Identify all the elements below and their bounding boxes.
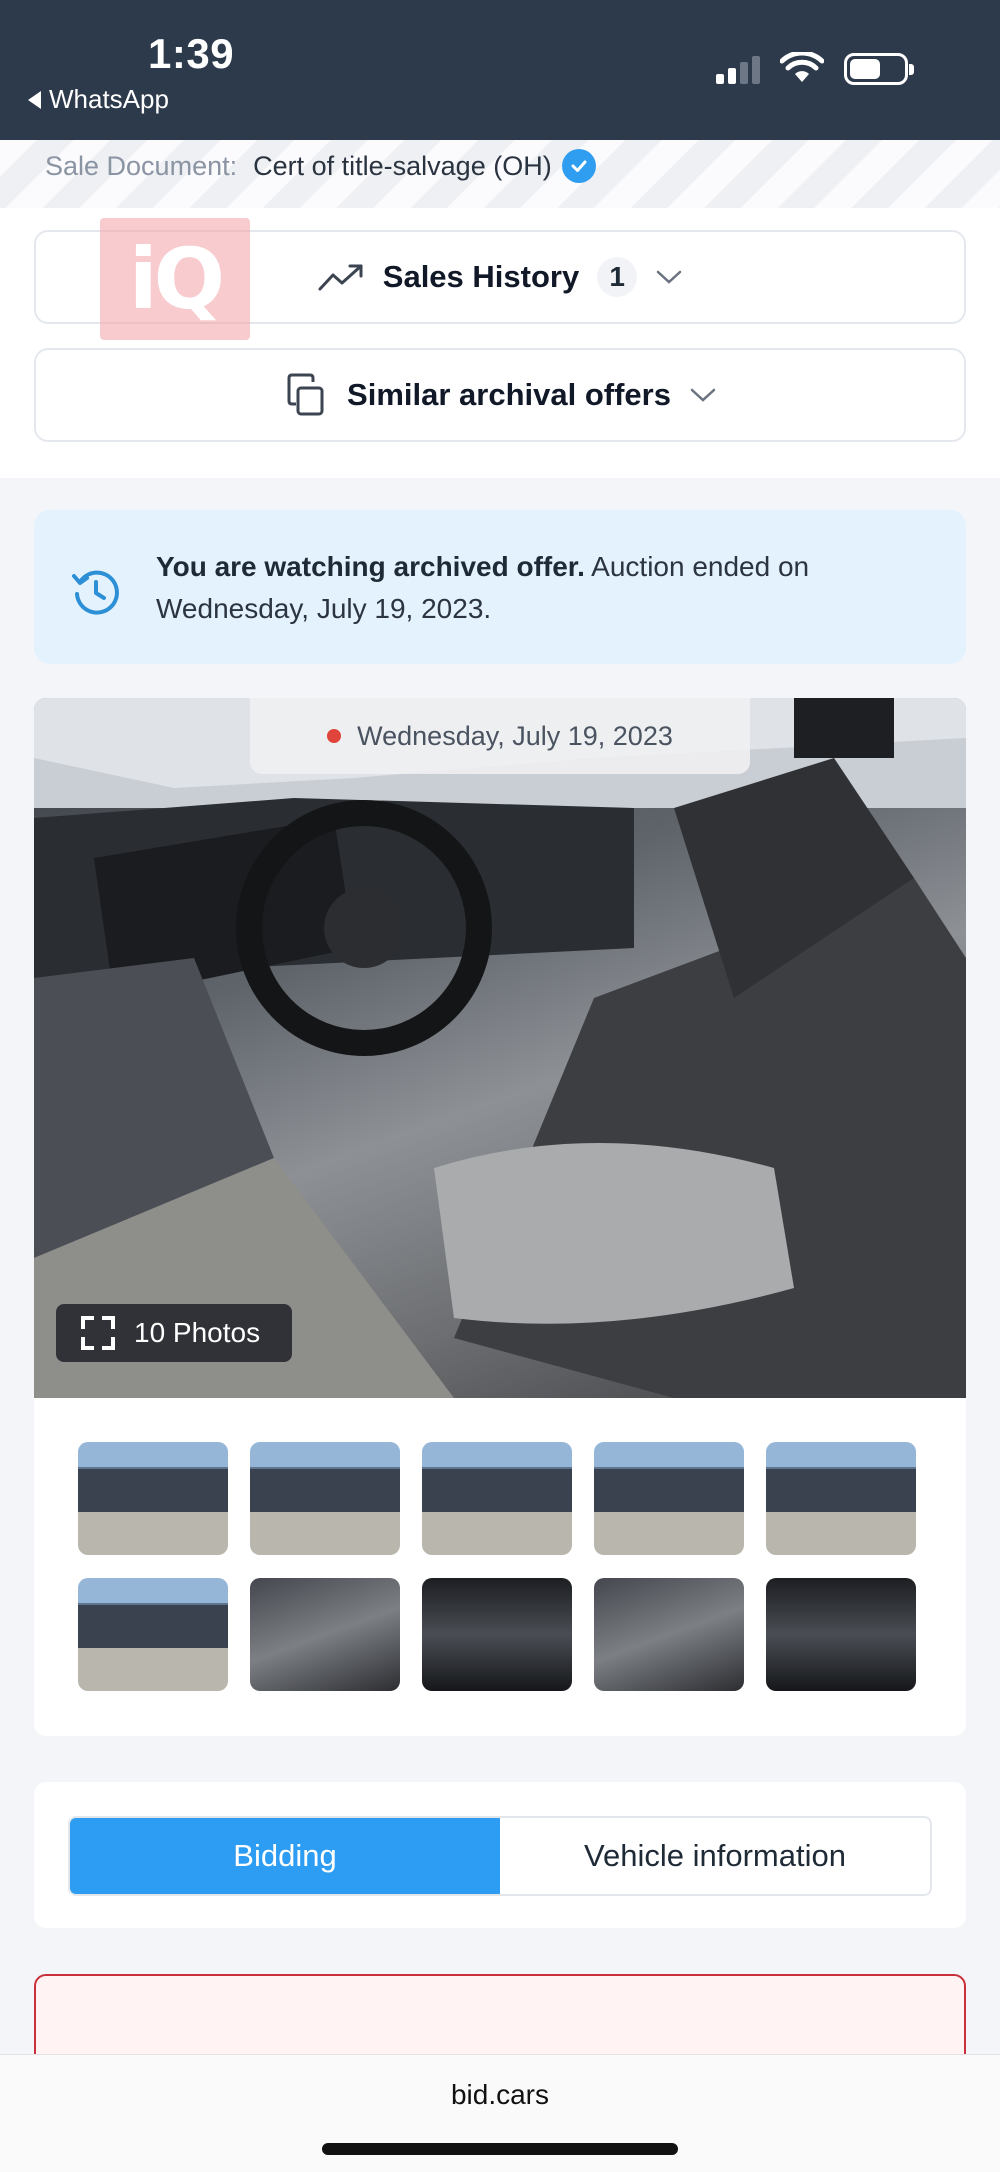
thumbnail-interior-front-seats[interactable] [250,1578,400,1691]
back-to-whatsapp[interactable]: WhatsApp [28,84,169,115]
watermark-logo: iQ [100,218,250,340]
signal-icon [716,54,760,84]
similar-offers-title: Similar archival offers [347,377,671,412]
thumbnail-exterior-front-damaged[interactable] [594,1442,744,1555]
sales-history-count: 1 [597,257,638,297]
tab-vehicle-information[interactable]: Vehicle information [500,1818,930,1894]
archive-notice: You are watching archived offer. Auction… [34,510,966,664]
tab-group: Bidding Vehicle information [68,1816,932,1896]
sales-history-title: Sales History [382,259,580,294]
tab-bidding[interactable]: Bidding [70,1818,500,1894]
auction-date: Wednesday, July 19, 2023 [357,720,673,751]
thumbnail-exterior-side[interactable] [250,1442,400,1555]
battery-icon [844,53,914,85]
thumbnail-grid [78,1442,916,1691]
tab-card: Bidding Vehicle information [34,1782,966,1928]
car-interior-photo [34,698,966,1398]
url-label[interactable]: bid.cars [0,2079,1000,2111]
chevron-down-icon [656,270,682,284]
status-icons [716,52,914,86]
back-app-label: WhatsApp [49,84,169,114]
browser-bar: bid.cars [0,2054,1000,2172]
thumbnail-interior-rear-seats[interactable] [766,1578,916,1691]
status-dot [327,729,342,743]
history-icon [72,570,119,615]
similar-offers-accordion[interactable]: Similar archival offers [34,348,966,442]
thumbnail-instrument-cluster[interactable] [594,1578,744,1691]
verified-check-icon [561,149,596,183]
copy-icon [287,373,324,416]
thumbnail-exterior-rear[interactable] [78,1578,228,1691]
status-bar: 1:39 WhatsApp [0,0,1000,140]
status-time: 1:39 [148,30,235,77]
home-indicator[interactable] [322,2143,678,2155]
sale-document-row: Sale Document: Cert of title-salvage (OH… [45,140,596,192]
chevron-down-icon [690,388,716,402]
thumbnail-exterior-rear-left[interactable] [422,1442,572,1555]
view-photos-button[interactable]: 10 Photos [56,1304,292,1362]
trending-up-icon [318,264,363,291]
thumbnail-exterior-front-left[interactable] [78,1442,228,1555]
sale-document-label: Sale Document: [45,150,238,181]
archive-notice-bold: You are watching archived offer. [156,551,585,582]
sale-document-value: Cert of title-salvage (OH) [253,150,552,181]
photo-gallery: Wednesday, July 19, 2023 10 Photos [34,698,966,1736]
fullscreen-icon [81,1316,115,1350]
thumbnail-exterior-front[interactable] [766,1442,916,1555]
back-arrow-icon [28,90,41,109]
photos-count-label: 10 Photos [134,1317,261,1348]
archive-notice-text: You are watching archived offer. Auction… [156,546,936,630]
thumbnail-interior-dashboard[interactable] [422,1578,572,1691]
auction-date-pill: Wednesday, July 19, 2023 [250,698,750,774]
main-photo[interactable]: Wednesday, July 19, 2023 10 Photos [34,698,966,1398]
wifi-icon [780,52,824,82]
